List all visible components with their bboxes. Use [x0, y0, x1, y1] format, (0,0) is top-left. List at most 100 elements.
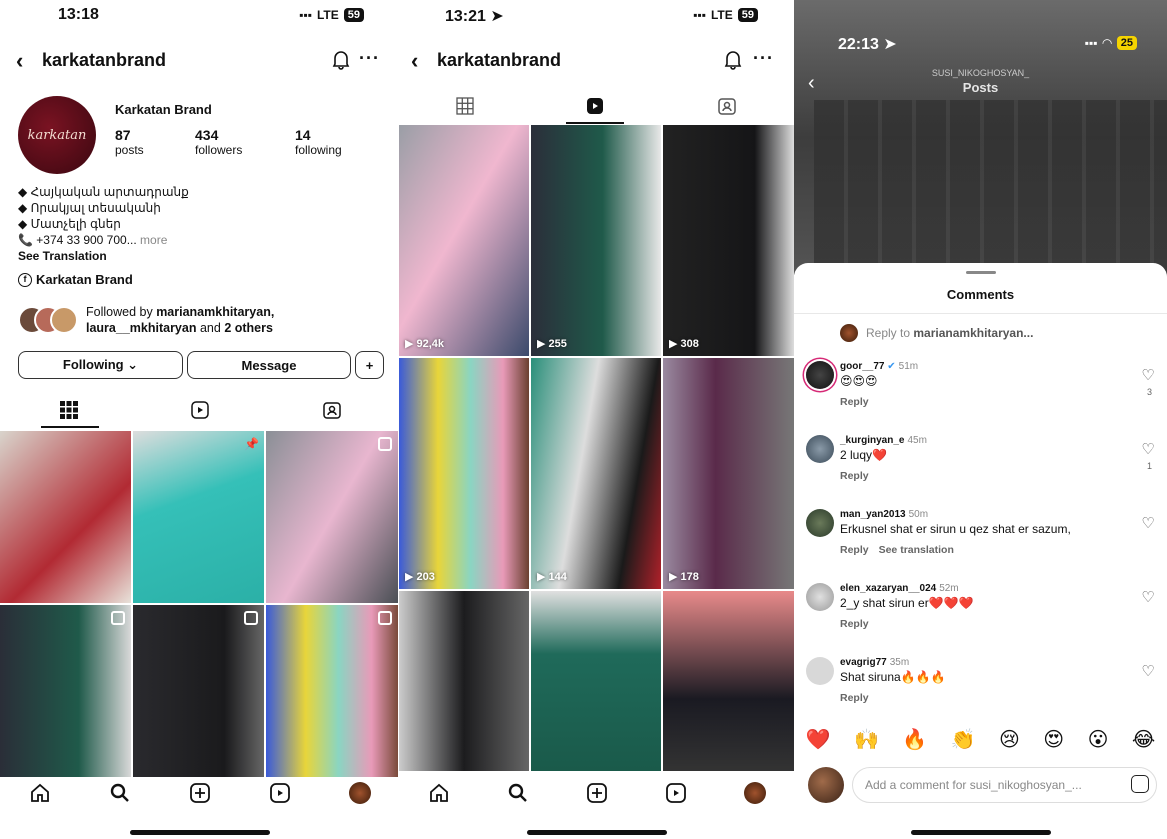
emoji-surprised[interactable]: 😮: [1088, 727, 1109, 752]
profile-bio: ◆ Հայկական արտադրանք ◆ Որակյալ տեսականի …: [18, 184, 189, 264]
reply-button[interactable]: Reply: [840, 692, 869, 704]
emoji-fire[interactable]: 🔥: [902, 727, 927, 752]
battery-icon: 25: [1116, 36, 1137, 50]
reels-nav-icon[interactable]: [269, 782, 291, 804]
sheet-grabber[interactable]: [965, 271, 996, 274]
following-stat[interactable]: 14 following: [295, 127, 342, 157]
profile-nav-avatar[interactable]: [743, 782, 766, 804]
followed-user: laura__mkhitaryan: [86, 321, 197, 335]
emoji-clap[interactable]: 👏: [951, 727, 976, 752]
like-icon[interactable]: ♡: [1141, 664, 1155, 679]
avatar[interactable]: [806, 583, 834, 611]
profile-panel: 13:18 ▪▪▪ LTE 59 ‹ karkatanbrand ··· kar…: [0, 0, 400, 839]
more-options-icon[interactable]: ···: [359, 48, 380, 69]
home-icon[interactable]: [428, 782, 450, 804]
reel-thumbnail[interactable]: [663, 591, 794, 771]
create-icon[interactable]: [189, 782, 211, 804]
back-icon[interactable]: ‹: [16, 48, 23, 74]
post-thumbnail[interactable]: [0, 431, 131, 603]
facebook-link[interactable]: f Karkatan Brand: [18, 272, 133, 287]
following-label: following: [295, 143, 342, 157]
create-icon[interactable]: [586, 782, 608, 804]
active-tab-indicator: [566, 122, 624, 124]
see-translation-link[interactable]: See translation: [879, 544, 954, 556]
reply-button[interactable]: Reply: [840, 396, 869, 408]
battery-icon: 59: [343, 8, 364, 22]
post-thumbnail[interactable]: [133, 605, 264, 777]
pin-icon: 📌: [244, 437, 259, 451]
tagged-tab-icon[interactable]: [322, 400, 342, 420]
profile-avatar[interactable]: karkatan: [18, 96, 96, 174]
message-button[interactable]: Message: [187, 351, 351, 379]
reel-thumbnail[interactable]: ▶ 203: [399, 358, 529, 589]
like-icon[interactable]: ♡: [1141, 368, 1155, 383]
grid-tab-icon[interactable]: [455, 96, 475, 116]
followers-stat[interactable]: 434 followers: [195, 127, 242, 157]
reel-thumbnail[interactable]: [531, 591, 661, 771]
emoji-quick-bar: ❤️ 🙌 🔥 👏 😢 😍 😮 😂: [794, 727, 1167, 752]
comment-time: 35m: [889, 657, 910, 668]
bell-icon[interactable]: [332, 50, 350, 70]
bell-icon[interactable]: [724, 50, 742, 70]
profile-nav-avatar[interactable]: [349, 782, 371, 804]
post-thumbnail[interactable]: [0, 605, 131, 777]
post-thumbnail[interactable]: [266, 605, 398, 777]
reply-button[interactable]: Reply: [840, 470, 869, 482]
sticker-icon[interactable]: [1131, 775, 1149, 793]
reel-thumbnail[interactable]: [399, 591, 529, 771]
see-translation-link[interactable]: See Translation: [18, 248, 189, 264]
search-icon[interactable]: [109, 782, 131, 804]
reel-thumbnail[interactable]: ▶ 178: [663, 358, 794, 589]
profile-username: karkatanbrand: [437, 50, 562, 70]
reel-thumbnail[interactable]: ▶ 144: [531, 358, 661, 589]
comment-username[interactable]: elen_xazaryan__024: [840, 583, 936, 594]
followers-label: followers: [195, 143, 243, 157]
emoji-heart-eyes[interactable]: 😍: [1043, 727, 1064, 752]
reels-tab-icon[interactable]: [585, 96, 605, 116]
reply-button[interactable]: Reply: [840, 618, 869, 630]
comment-username[interactable]: man_yan2013: [840, 509, 906, 520]
like-icon[interactable]: ♡: [1141, 442, 1155, 457]
grid-tab-icon[interactable]: [59, 400, 79, 420]
reel-thumbnail[interactable]: ▶ 255: [531, 125, 661, 356]
bio-more-link[interactable]: more: [140, 233, 167, 247]
search-icon[interactable]: [507, 782, 529, 804]
comment-username[interactable]: _kurginyan_e: [840, 435, 904, 446]
followed-by[interactable]: Followed by marianamkhitaryan, laura__mk…: [18, 304, 274, 336]
following-button[interactable]: Following ⌄: [18, 351, 183, 379]
add-person-button[interactable]: +: [355, 351, 384, 379]
post-thumbnail[interactable]: [266, 431, 398, 603]
status-bar: 22:13 ➤ ▪▪▪ ◠ 25: [794, 0, 1167, 53]
post-thumbnail[interactable]: 📌: [133, 431, 264, 603]
reel-icon: [244, 611, 258, 625]
reel-thumbnail[interactable]: ▶ 308: [663, 125, 794, 356]
default-avatar-icon[interactable]: [806, 657, 834, 685]
posts-header: SUSI_NIKOGHOSYAN_ Posts: [794, 68, 1167, 95]
emoji-laugh[interactable]: 😂: [1132, 727, 1155, 752]
reel-thumbnail[interactable]: ▶ 92,4k: [399, 125, 529, 356]
reels-tab-icon[interactable]: [190, 400, 210, 420]
more-options-icon[interactable]: ···: [753, 48, 774, 69]
avatar[interactable]: [806, 509, 834, 537]
status-time: 22:13: [838, 36, 879, 53]
avatar[interactable]: [806, 361, 834, 389]
posts-stat[interactable]: 87 posts: [115, 127, 144, 157]
emoji-cry[interactable]: 😢: [999, 727, 1020, 752]
reels-nav-icon[interactable]: [665, 782, 687, 804]
comment-time: 45m: [907, 435, 927, 446]
home-icon[interactable]: [29, 782, 51, 804]
like-icon[interactable]: ♡: [1141, 590, 1155, 605]
location-arrow-icon: ➤: [883, 36, 897, 53]
emoji-raised-hands[interactable]: 🙌: [854, 727, 879, 752]
like-icon[interactable]: ♡: [1141, 516, 1155, 531]
tagged-tab-icon[interactable]: [717, 96, 737, 116]
emoji-heart[interactable]: ❤️: [806, 727, 831, 752]
avatar[interactable]: [806, 435, 834, 463]
posts-title: Posts: [962, 80, 999, 95]
comment-username[interactable]: goor__77: [840, 361, 884, 372]
reply-button[interactable]: Reply: [840, 544, 869, 556]
view-count: ▶ 203: [405, 571, 435, 583]
comment-username[interactable]: evagrig77: [840, 657, 887, 668]
back-icon[interactable]: ‹: [411, 48, 418, 74]
comment-input[interactable]: Add a comment for susi_nikoghosyan_...: [852, 767, 1157, 803]
